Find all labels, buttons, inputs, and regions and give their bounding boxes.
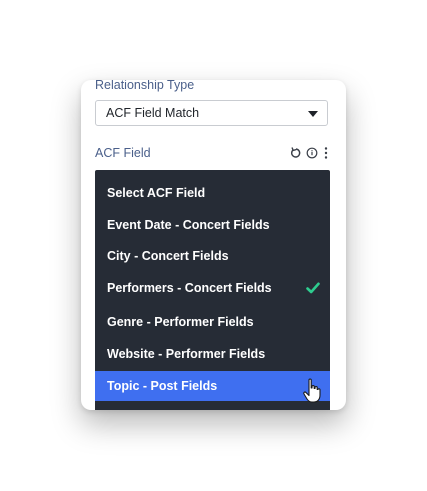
relationship-type-value: ACF Field Match [106, 106, 200, 120]
relationship-type-select[interactable]: ACF Field Match [95, 100, 328, 126]
acf-field-dropdown: Select ACF Field Event Date - Concert Fi… [95, 170, 330, 410]
dropdown-option-select-acf-field[interactable]: Select ACF Field [95, 178, 330, 208]
info-icon[interactable] [306, 146, 318, 160]
dropdown-option-website[interactable]: Website - Performer Fields [95, 339, 330, 369]
dropdown-option-event-date[interactable]: Event Date - Concert Fields [95, 210, 330, 240]
more-vertical-icon[interactable] [322, 146, 330, 160]
relationship-type-label: Relationship Type [95, 80, 195, 92]
checkmark-icon [306, 282, 320, 294]
dropdown-option-city[interactable]: City - Concert Fields [95, 241, 330, 271]
dropdown-option-topic[interactable]: Topic - Post Fields [95, 371, 330, 401]
hand-pointer-icon [303, 378, 321, 403]
dropdown-option-genre[interactable]: Genre - Performer Fields [95, 307, 330, 337]
acf-field-label: ACF Field [95, 146, 151, 160]
acf-settings-panel: Relationship Type ACF Field Match ACF Fi… [81, 80, 346, 410]
dropdown-option-performers-label: Performers - Concert Fields [107, 281, 272, 295]
chevron-down-icon [308, 111, 318, 117]
field-tools [290, 146, 332, 162]
dropdown-option-performers[interactable]: Performers - Concert Fields [95, 273, 330, 303]
reset-icon[interactable] [290, 146, 302, 160]
